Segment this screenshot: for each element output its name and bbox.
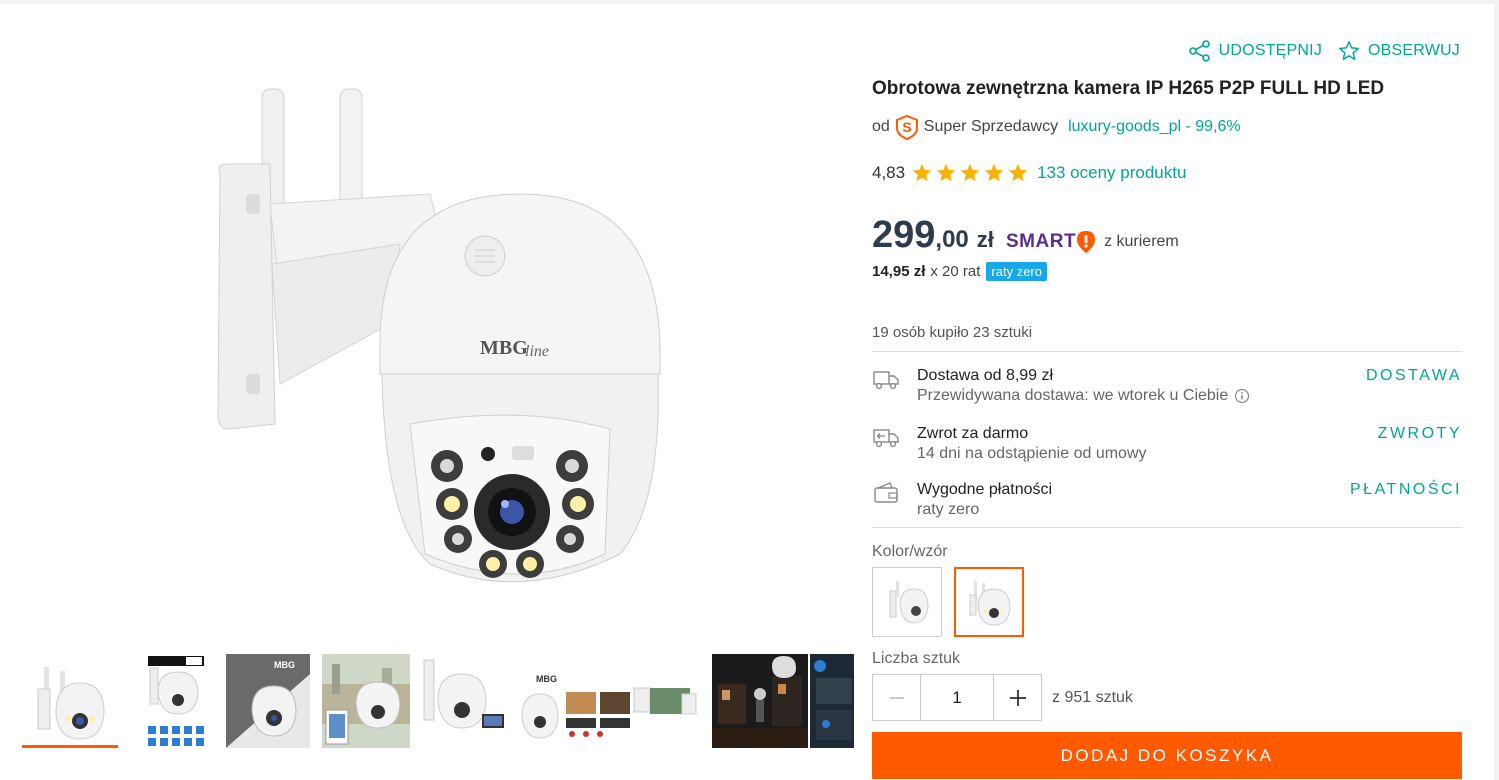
thumbnail-6[interactable]: MBG	[514, 654, 700, 748]
thumbnail-night-image	[712, 654, 808, 748]
delivery-link[interactable]: DOSTAWA	[1366, 367, 1462, 385]
price-decimal: ,00	[935, 226, 969, 253]
delivery-title: Dostawa od 8,99 zł	[917, 367, 1054, 384]
seller-prefix: od	[872, 118, 890, 135]
seller-link[interactable]: luxury-goods_pl - 99,6%	[1068, 118, 1241, 136]
installment-amount: 14,95 zł	[872, 263, 926, 280]
increment-button[interactable]	[994, 675, 1041, 720]
thumbnail-app-image	[810, 654, 854, 748]
thumbnail-features-image	[148, 656, 204, 746]
star-filled-icon	[936, 163, 956, 182]
quantity-input[interactable]: 1	[920, 675, 994, 720]
variant-camera-image	[889, 581, 929, 624]
svg-text:S: S	[902, 119, 911, 135]
header-actions: UDOSTĘPNIJ OBSERWUJ	[1188, 40, 1460, 62]
product-rating: 4,83 133 oceny produktu	[872, 162, 1186, 184]
available-quantity: z 951 sztuk	[1052, 689, 1133, 706]
info-icon[interactable]	[1234, 388, 1250, 404]
camera-illustration: MBG line	[217, 88, 661, 583]
super-seller-badge-icon: S	[895, 114, 918, 140]
payments-title: Wygodne płatności	[917, 481, 1053, 498]
raty-zero-badge[interactable]: raty zero	[986, 262, 1047, 281]
svg-text:MBG: MBG	[274, 660, 295, 670]
price-integer: 299	[872, 214, 936, 256]
variant-camera-image	[969, 581, 1011, 626]
watch-button[interactable]: OBSERWUJ	[1338, 40, 1460, 62]
smart-exclamation-icon	[1077, 231, 1096, 253]
star-filled-icon	[960, 163, 980, 182]
product-title: Obrotowa zewnętrzna kamera IP H265 P2P F…	[872, 78, 1385, 99]
seller-info: od S Super Sprzedawcy luxury-goods_pl - …	[872, 114, 1241, 140]
returns-title: Zwrot za darmo	[917, 425, 1029, 442]
main-product-image[interactable]: MBG line	[200, 84, 680, 604]
quantity-stepper: 1	[872, 674, 1042, 721]
camera-brand-text: MBG	[480, 337, 528, 359]
decrement-button[interactable]	[873, 675, 920, 720]
divider	[872, 351, 1462, 352]
return-truck-icon	[873, 429, 899, 448]
svg-text:line: line	[525, 343, 549, 360]
reviews-link[interactable]: 133 oceny produktu	[1037, 163, 1186, 183]
rating-score: 4,83	[872, 163, 906, 182]
star-filled-icon	[912, 163, 932, 182]
thumbnail-city-image	[322, 654, 410, 748]
payments-link[interactable]: PŁATNOŚCI	[1350, 481, 1462, 499]
thumbnail-1[interactable]	[22, 654, 118, 748]
thumbnail-5[interactable]	[420, 654, 508, 748]
share-button[interactable]: UDOSTĘPNIJ	[1188, 40, 1323, 62]
quantity-label: Liczba sztuk	[872, 650, 961, 667]
returns-subtitle: 14 dni na odstąpienie od umowy	[917, 445, 1147, 462]
variant-option-1[interactable]	[872, 567, 942, 637]
smart-delivery: SMART z kurierem	[1006, 230, 1179, 254]
thumbnail-2[interactable]	[122, 654, 218, 748]
thumbnail-dark-bg-image: MBG	[226, 654, 310, 748]
installment-count: x 20 rat	[930, 263, 981, 280]
share-label: UDOSTĘPNIJ	[1218, 42, 1323, 59]
delivery-truck-icon	[873, 371, 899, 390]
thumbnail-7[interactable]	[712, 654, 808, 748]
thumbnail-camera-image	[37, 667, 105, 740]
courier-label: z kurierem	[1104, 233, 1179, 250]
payments-subtitle: raty zero	[917, 501, 980, 518]
variant-label: Kolor/wzór	[872, 543, 948, 560]
thumbnail-3[interactable]: MBG	[226, 654, 310, 748]
variant-option-2[interactable]	[954, 567, 1024, 637]
payments-row: Wygodne płatności raty zero PŁATNOŚCI	[872, 481, 1462, 525]
star-filled-icon	[1008, 163, 1028, 182]
rating-stars	[911, 162, 1029, 184]
product-card: MBG line MBG MBG UDOSTĘPNIJ OBSERWUJ Obr…	[0, 4, 1494, 780]
super-seller-label: Super Sprzedawcy	[923, 118, 1059, 135]
add-to-cart-button[interactable]: DODAJ DO KOSZYKA	[872, 732, 1462, 779]
price-currency: zł	[976, 227, 994, 252]
delivery-estimate: Przewidywana dostawa: we wtorek u Ciebie	[917, 387, 1229, 404]
product-price: 299 ,00 zł	[872, 214, 994, 257]
thumbnail-4[interactable]	[322, 654, 410, 748]
wallet-icon	[874, 482, 898, 503]
delivery-subtitle: Przewidywana dostawa: we wtorek u Ciebie	[917, 387, 1250, 405]
watch-label: OBSERWUJ	[1368, 42, 1460, 59]
minus-icon	[889, 696, 904, 699]
share-icon	[1188, 40, 1210, 62]
star-outline-icon	[1339, 41, 1359, 60]
star-filled-icon	[984, 163, 1004, 182]
returns-row: Zwrot za darmo 14 dni na odstąpienie od …	[872, 425, 1462, 469]
thumbnail-nvr-image	[420, 654, 508, 748]
installments-info: 14,95 zł x 20 rat raty zero	[872, 262, 1047, 281]
smart-label: SMART	[1006, 231, 1077, 252]
thumbnail-strip: MBG MBG	[22, 654, 854, 754]
thumbnail-8[interactable]	[810, 654, 854, 748]
plus-icon	[1009, 689, 1026, 706]
divider	[872, 527, 1462, 528]
thumbnail-multiview-image: MBG	[514, 654, 700, 748]
returns-link[interactable]: ZWROTY	[1378, 425, 1462, 443]
bought-info: 19 osób kupiło 23 sztuki	[872, 324, 1033, 341]
svg-text:MBG: MBG	[536, 674, 557, 684]
delivery-row: Dostawa od 8,99 zł Przewidywana dostawa:…	[872, 367, 1462, 411]
